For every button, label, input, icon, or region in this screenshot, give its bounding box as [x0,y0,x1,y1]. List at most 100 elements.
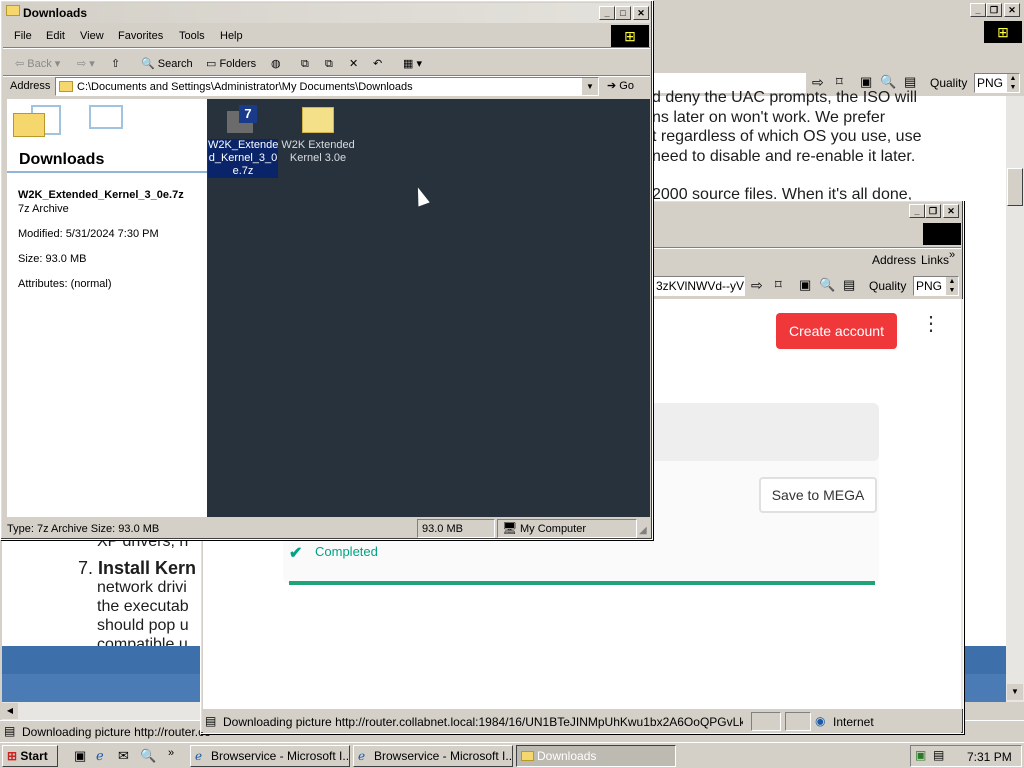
folder-icon [59,81,73,92]
file-label: W2K_Extende d_Kernel_3_0 e.7z [208,139,278,178]
quality-select[interactable]: PNG ▲ ▼ [974,73,1020,93]
quicklaunch-desktop-icon[interactable]: ▣ [74,748,86,764]
scroll-thumb[interactable] [1007,168,1023,206]
close-button[interactable]: ✕ [1004,3,1020,17]
status-info: Type: 7z Archive Size: 93.0 MB [7,523,160,535]
maximize-button[interactable]: ❐ [986,3,1002,17]
copy-to-icon[interactable]: ⧉ [325,53,333,75]
scroll-down-icon[interactable]: ▼ [1007,684,1023,700]
start-button[interactable]: ⊞ Start [2,745,58,767]
minimize-button[interactable]: _ [599,6,615,20]
quicklaunch-search-icon[interactable]: 🔍 [140,748,156,764]
url-field[interactable]: 3zKVlNWVd--yV [653,276,745,296]
taskbar-task[interactable]: ℯ Browservice - Microsoft I... [353,745,513,767]
file-view[interactable]: 7 W2K_Extende d_Kernel_3_0 e.7z W2K Exte… [207,99,650,517]
tray-app-icon[interactable]: ▤ [933,748,944,762]
quality-value: PNG [916,279,943,293]
close-button[interactable]: ✕ [943,204,959,218]
address-field[interactable]: C:\Documents and Settings\Administrator\… [55,77,599,96]
go-button[interactable]: ➔ Go [607,79,634,92]
folders-button[interactable]: ▭ Folders [206,53,256,75]
list-line: should pop u [97,617,189,634]
page-icon: ▤ [4,724,16,738]
status-zone: My Computer [520,523,587,535]
maximize-button[interactable]: □ [615,6,631,20]
up-folder-icon[interactable]: ⇧ [111,53,120,75]
create-account-button[interactable]: Create account [776,313,897,349]
quicklaunch-outlook-icon[interactable]: ✉ [118,748,129,764]
more-options-icon[interactable]: ⋮ [921,314,941,334]
find-icon[interactable]: 🔍 [819,277,835,293]
quality-select[interactable]: PNG ▲ ▼ [913,276,959,296]
scroll-left-icon[interactable]: ◀ [2,703,18,719]
toolbar-icon-1[interactable]: ▣ [799,277,811,293]
quicklaunch-ie-icon[interactable]: ℯ [96,748,104,764]
ie-icon: ℯ [358,749,366,763]
explorer-title-bar[interactable]: Downloads [3,3,650,23]
window-title: Downloads [23,6,88,20]
windows-logo-icon: ⊞ [611,25,649,47]
system-tray: ▣ ▤ 7:31 PM [910,745,1022,767]
vertical-scrollbar[interactable] [961,299,963,709]
article-line: d deny the UAC prompts, the ISO will [652,89,917,106]
taskbar: ⊞ Start ▣ ℯ ✉ 🔍 » ℯ Browservice - Micros… [0,742,1024,768]
clipboard-icon[interactable]: ▤ [843,277,855,293]
menu-view[interactable]: View [80,30,104,42]
status-size: 93.0 MB [422,523,463,535]
page-icon: ▤ [205,714,217,728]
file-label-line: W2K_Extende [208,139,279,151]
taskbar-task[interactable]: ℯ Browservice - Microsoft I... [190,745,350,767]
mega-status-text: Downloading picture http://router.collab… [223,715,743,729]
close-button[interactable]: ✕ [633,6,649,20]
file-label-line: Kernel 3.0e [289,152,347,164]
folder-icon [521,751,534,761]
list-line: the executab [97,598,189,615]
quality-value: PNG [977,76,1004,90]
links-label[interactable]: Links [921,253,949,267]
mouse-cursor-icon [412,185,430,207]
folder-banner-icon [7,99,127,145]
progress-track [289,581,875,585]
forward-arrow-icon[interactable]: ⇨ [751,277,763,294]
windows-logo-icon: ⊞ [984,21,1022,43]
go-label: Go [619,80,634,92]
list-heading: Install Kern [98,558,197,578]
spinner-icon[interactable]: ▲ ▼ [1007,74,1019,92]
resize-grip-icon[interactable]: ◢ [639,525,647,536]
zone-label: Internet [833,715,874,729]
start-label: Start [20,749,48,763]
menu-file[interactable]: File [14,30,32,42]
taskbar-task-active[interactable]: Downloads [516,745,676,767]
status-pane [785,712,811,731]
spinner-icon[interactable]: ▲ ▼ [946,277,958,295]
history-icon[interactable]: ◍ [271,53,281,75]
menu-favorites[interactable]: Favorites [118,30,163,42]
ie-icon: ℯ [195,749,203,763]
minimize-button[interactable]: _ [970,3,986,17]
horizontal-scrollbar[interactable]: ◀ [2,702,202,720]
search-button[interactable]: 🔍 Search [141,53,193,75]
folder-icon [302,107,334,133]
undo-icon[interactable]: ↶ [373,53,382,75]
chevron-right-icon[interactable]: » [168,747,174,759]
vertical-scrollbar[interactable]: ▼ [1006,96,1024,702]
forward-button[interactable]: ⇨ ▾ [77,53,95,75]
chevron-down-icon[interactable]: ▼ [582,78,598,95]
delete-icon[interactable]: ✕ [349,53,358,75]
task-label: Downloads [537,749,597,763]
quality-label: Quality [869,279,907,293]
tray-network-icon[interactable]: ▣ [915,748,926,762]
save-to-mega-button[interactable]: Save to MEGA [759,477,877,513]
file-modified: Modified: 5/31/2024 7:30 PM [18,228,159,240]
menu-tools[interactable]: Tools [179,30,205,42]
menu-edit[interactable]: Edit [46,30,65,42]
bookmark-icon[interactable]: ⌑ [775,277,782,293]
minimize-button[interactable]: _ [909,204,925,218]
back-button[interactable]: ⇦ Back ▾ [15,53,60,75]
chevron-right-icon[interactable]: » [949,249,955,261]
views-icon[interactable]: ▦ ▾ [403,53,422,75]
maximize-button[interactable]: ❐ [925,204,941,218]
menu-help[interactable]: Help [220,30,243,42]
move-to-icon[interactable]: ⧉ [301,53,309,75]
mega-status-bar: ▤ Downloading picture http://router.coll… [203,711,961,733]
